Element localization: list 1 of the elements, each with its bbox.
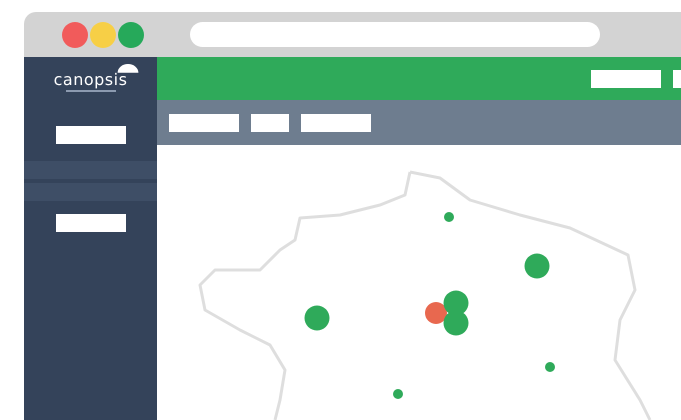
logo-text: canopsis [54, 72, 128, 88]
